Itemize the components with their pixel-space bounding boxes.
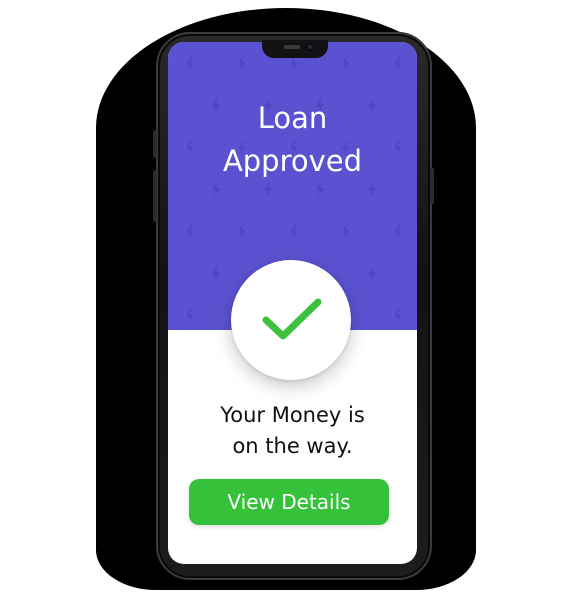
lightning-bolt-icon [394, 224, 402, 240]
lightning-bolt-icon [186, 56, 194, 72]
speaker-grille [284, 45, 300, 49]
front-camera-icon [306, 43, 314, 51]
phone-screen: Loan Approved Your Money is on the way. … [168, 42, 417, 564]
message-line-2: on the way. [232, 434, 353, 458]
lightning-bolt-icon [264, 182, 272, 198]
volume-down-button [153, 170, 157, 222]
volume-up-button [153, 130, 157, 158]
lightning-bolt-icon [212, 182, 220, 198]
lightning-bolt-icon [238, 224, 246, 240]
view-details-button[interactable]: View Details [189, 479, 389, 525]
lightning-bolt-icon [342, 56, 350, 72]
lightning-bolt-icon [316, 182, 324, 198]
lightning-bolt-icon [238, 56, 246, 72]
success-badge [231, 260, 351, 380]
stage: Loan Approved Your Money is on the way. … [0, 0, 566, 596]
lightning-bolt-icon [186, 224, 194, 240]
lightning-bolt-icon [368, 182, 376, 198]
checkmark-icon [262, 298, 322, 340]
title-line-2: Approved [222, 144, 363, 178]
lightning-bolt-icon [290, 56, 298, 72]
lightning-bolt-icon [212, 266, 220, 282]
lightning-bolt-icon [186, 308, 194, 324]
lightning-bolt-icon [290, 224, 298, 240]
lightning-bolt-icon [342, 224, 350, 240]
lightning-bolt-icon [368, 266, 376, 282]
lightning-bolt-icon [394, 56, 402, 72]
page-title: Loan Approved [168, 97, 417, 183]
message-line-1: Your Money is [220, 403, 365, 427]
phone-notch [262, 40, 328, 58]
lightning-bolt-icon [394, 308, 402, 324]
status-message: Your Money is on the way. [168, 400, 417, 462]
title-line-1: Loan [257, 101, 328, 135]
power-button [430, 168, 434, 204]
